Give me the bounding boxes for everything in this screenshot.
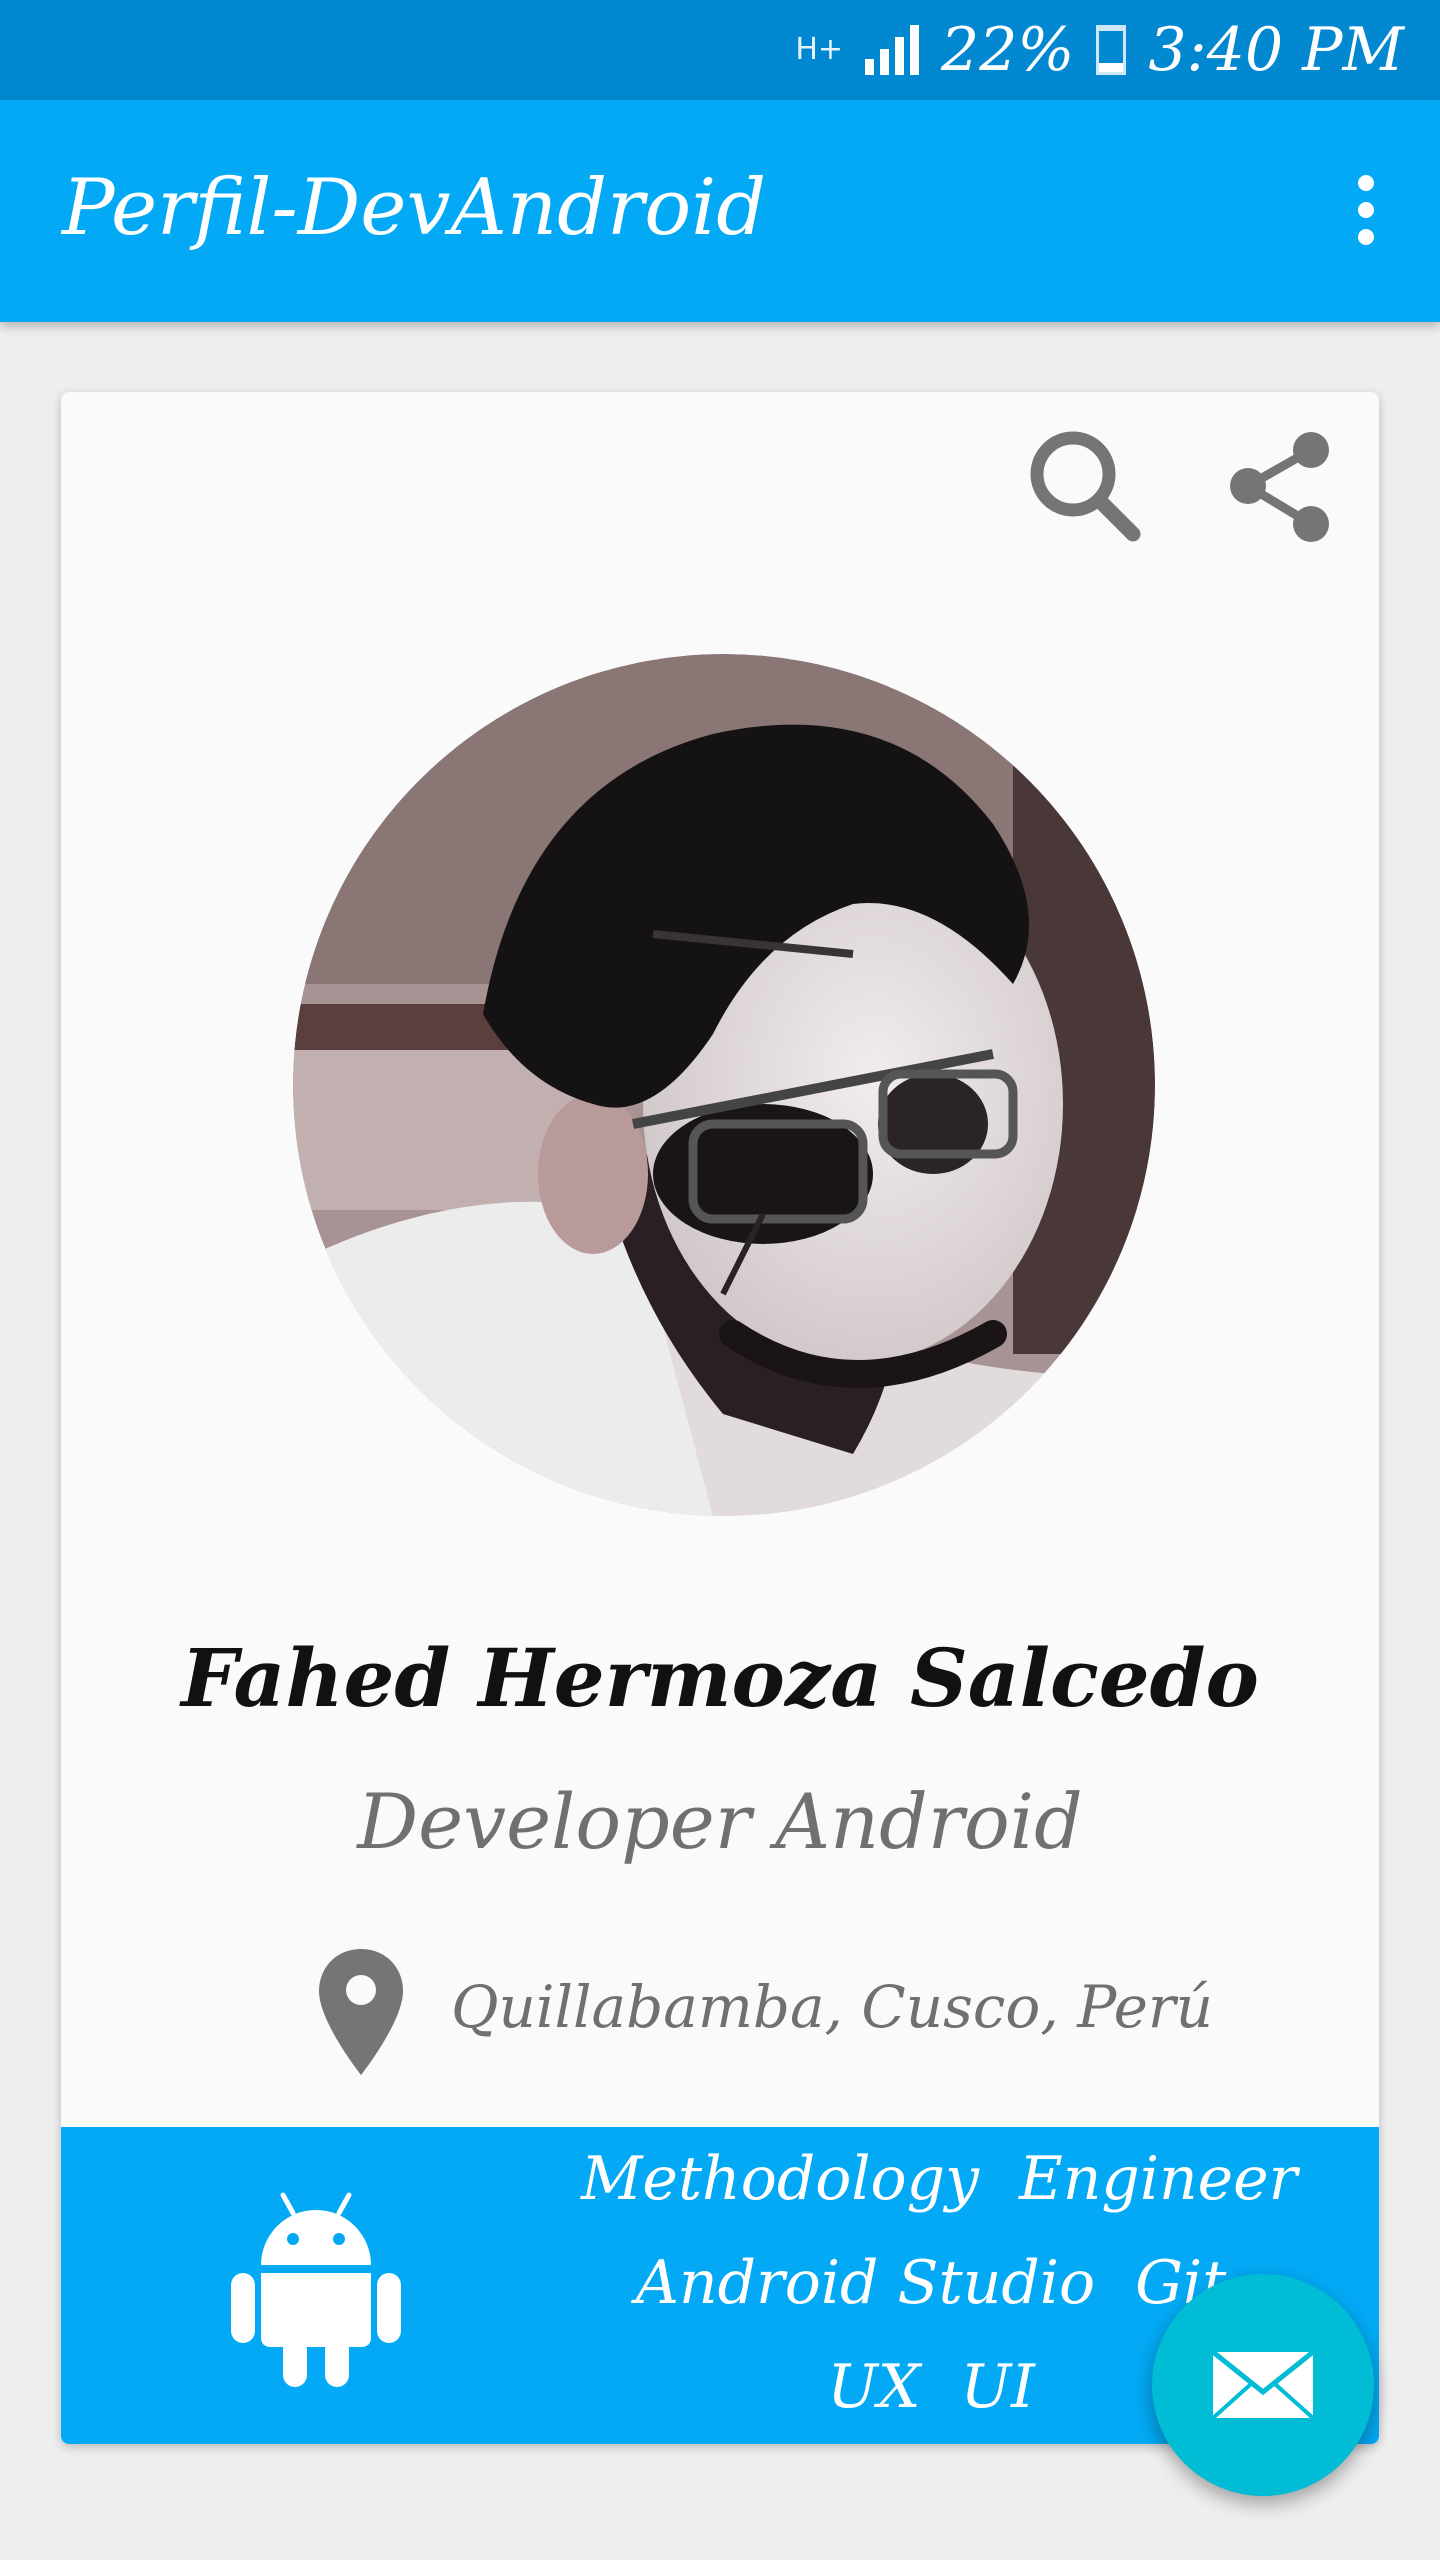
status-bar: H+ 22% 3:40 PM bbox=[0, 0, 1440, 100]
network-type-indicator: H+ bbox=[795, 32, 844, 67]
overflow-dot bbox=[1358, 201, 1374, 218]
search-icon[interactable] bbox=[1021, 422, 1151, 552]
overflow-dot bbox=[1358, 175, 1374, 192]
status-indicators: H+ 22% 3:40 PM bbox=[795, 0, 1404, 100]
send-mail-fab[interactable] bbox=[1152, 2274, 1374, 2496]
status-time: 3:40 PM bbox=[1148, 15, 1404, 85]
skills-row: Methodology Engineer bbox=[581, 2129, 1297, 2229]
location-pin-icon bbox=[319, 1949, 403, 2075]
overflow-dot bbox=[1358, 228, 1374, 245]
skill-tag: Android Studio bbox=[635, 2248, 1096, 2318]
share-icon[interactable] bbox=[1216, 422, 1346, 552]
battery-fill bbox=[1099, 62, 1124, 72]
signal-icon bbox=[865, 25, 920, 75]
skill-tag: Engineer bbox=[1018, 2144, 1298, 2214]
profile-avatar bbox=[293, 654, 1155, 1516]
android-icon bbox=[231, 2192, 401, 2387]
battery-percent: 22% bbox=[941, 15, 1075, 85]
profile-card: Fahed Hermoza Salcedo Developer Android … bbox=[61, 392, 1379, 2444]
profile-location: Quillabamba, Cusco, Perú bbox=[451, 1973, 1214, 2041]
profile-role: Developer Android bbox=[357, 1777, 1083, 1866]
mail-icon bbox=[1213, 2352, 1313, 2418]
app-bar: Perfil-DevAndroid bbox=[0, 100, 1440, 322]
overflow-menu-icon[interactable] bbox=[1336, 170, 1396, 250]
profile-name: Fahed Hermoza Salcedo bbox=[181, 1631, 1259, 1725]
battery-icon bbox=[1096, 25, 1127, 75]
app-title: Perfil-DevAndroid bbox=[62, 163, 767, 253]
skill-tag: UX bbox=[827, 2352, 921, 2422]
skill-tag: Methodology bbox=[581, 2144, 979, 2214]
skill-tag: UI bbox=[960, 2352, 1035, 2422]
